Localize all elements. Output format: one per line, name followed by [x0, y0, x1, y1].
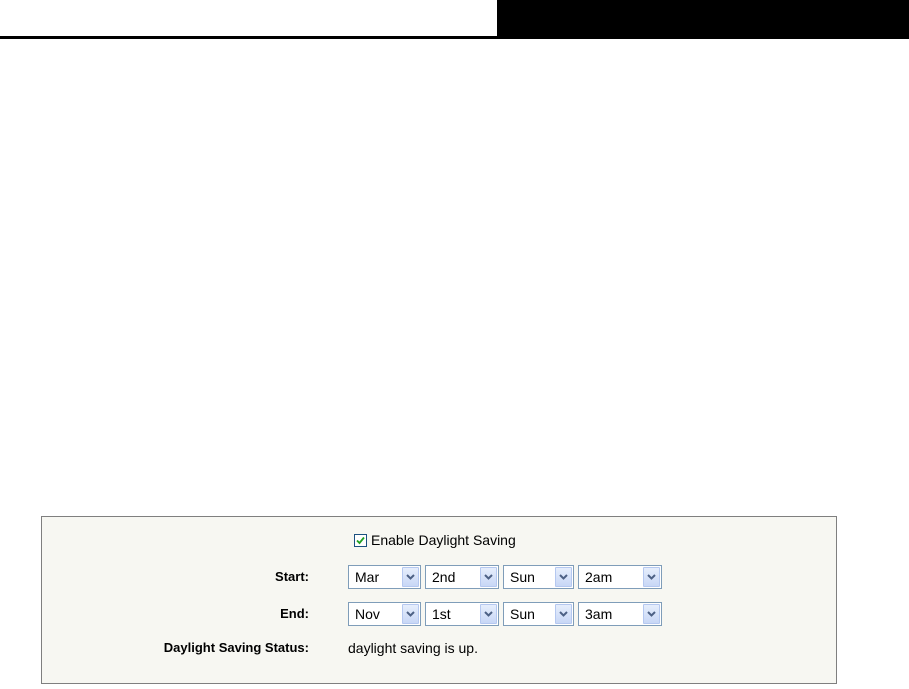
enable-daylight-saving-label[interactable]: Enable Daylight Saving: [371, 532, 516, 548]
status-label: Daylight Saving Status:: [163, 640, 309, 655]
daylight-saving-panel: Enable Daylight Saving Start: Mar 2nd Su…: [41, 516, 837, 684]
enable-daylight-saving-toggle[interactable]: Enable Daylight Saving: [354, 527, 516, 553]
chevron-down-icon: [406, 611, 415, 617]
header-black-block: [497, 0, 909, 39]
start-week-select[interactable]: 2nd: [425, 565, 499, 589]
enable-daylight-saving-row: Enable Daylight Saving: [42, 527, 836, 553]
end-selects: Nov 1st Sun 3am: [348, 601, 666, 627]
start-hour-value: 2am: [585, 569, 613, 585]
status-value: daylight saving is up.: [348, 640, 478, 656]
start-month-select[interactable]: Mar: [348, 565, 421, 589]
end-hour-value: 3am: [585, 606, 613, 622]
start-month-value: Mar: [355, 569, 380, 585]
chevron-down-icon: [559, 574, 568, 580]
chevron-down-icon: [559, 611, 568, 617]
chevron-down-icon: [406, 574, 415, 580]
chevron-down-icon: [484, 611, 493, 617]
end-week-dropdown-button[interactable]: [480, 604, 497, 624]
end-hour-select[interactable]: 3am: [578, 602, 662, 626]
end-week-value: 1st: [432, 606, 451, 622]
end-row: End: Nov 1st Sun 3am: [42, 601, 836, 627]
end-day-dropdown-button[interactable]: [555, 604, 572, 624]
end-label: End:: [280, 606, 309, 621]
end-hour-dropdown-button[interactable]: [643, 604, 660, 624]
end-day-value: Sun: [510, 606, 535, 622]
start-week-dropdown-button[interactable]: [480, 567, 497, 587]
status-row: Daylight Saving Status: daylight saving …: [42, 635, 836, 661]
start-day-value: Sun: [510, 569, 535, 585]
start-day-dropdown-button[interactable]: [555, 567, 572, 587]
header-rule: [0, 36, 497, 39]
start-hour-select[interactable]: 2am: [578, 565, 662, 589]
enable-daylight-saving-checkbox[interactable]: [354, 533, 367, 547]
start-label: Start:: [275, 569, 309, 584]
check-icon: [356, 536, 365, 544]
start-week-value: 2nd: [432, 569, 456, 585]
chevron-down-icon: [484, 574, 493, 580]
chevron-down-icon: [647, 611, 656, 617]
chevron-down-icon: [647, 574, 656, 580]
end-week-select[interactable]: 1st: [425, 602, 499, 626]
end-month-dropdown-button[interactable]: [402, 604, 419, 624]
end-month-select[interactable]: Nov: [348, 602, 421, 626]
end-day-select[interactable]: Sun: [503, 602, 574, 626]
end-month-value: Nov: [355, 606, 380, 622]
start-day-select[interactable]: Sun: [503, 565, 574, 589]
start-hour-dropdown-button[interactable]: [643, 567, 660, 587]
start-month-dropdown-button[interactable]: [402, 567, 419, 587]
start-selects: Mar 2nd Sun 2am: [348, 564, 666, 590]
start-row: Start: Mar 2nd Sun 2am: [42, 564, 836, 590]
